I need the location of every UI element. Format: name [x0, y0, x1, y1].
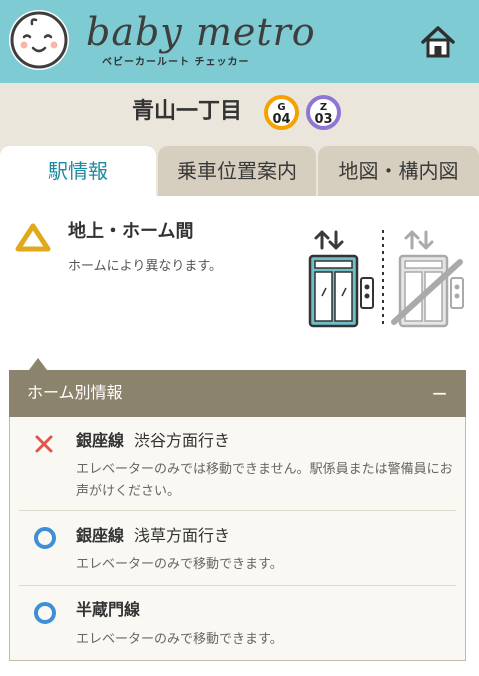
platform-panel-title: ホーム別情報 [27, 383, 123, 402]
badge-station-number: 03 [314, 112, 333, 127]
line-name: 銀座線 [76, 431, 125, 450]
triangle-warning-icon [15, 222, 51, 256]
collapse-button[interactable]: − [431, 380, 448, 406]
platform-heading: 半蔵門線 [76, 598, 150, 622]
line-badge-hanzomon: Z 03 [306, 95, 341, 130]
panel-pointer [29, 358, 47, 370]
platform-description: エレベーターのみで移動できます。 [76, 557, 283, 572]
baby-face-logo-icon[interactable] [9, 10, 69, 70]
direction: 渋谷方面行き [134, 431, 231, 450]
platform-list: 銀座線 渋谷方面行き エレベーターのみでは移動できません。駅係員または警備員にお声… [9, 417, 466, 661]
circle-ok-icon [33, 526, 57, 554]
brand-subtitle: ベビーカールート チェッカー [102, 57, 250, 68]
list-item: 銀座線 浅草方面行き エレベーターのみで移動できます。 [19, 512, 456, 586]
home-icon[interactable] [418, 22, 458, 62]
line-name: 半蔵門線 [76, 600, 141, 619]
platform-heading: 銀座線 渋谷方面行き [76, 429, 230, 453]
access-title: 地上・ホーム間 [68, 221, 194, 242]
station-name: 青山一丁目 [132, 99, 243, 124]
tab-station-info[interactable]: 駅情報 [0, 146, 156, 196]
elevator-illustration-icon [300, 226, 468, 334]
platform-panel-header[interactable]: ホーム別情報 − [9, 370, 466, 417]
line-badge-ginza: G 04 [264, 95, 299, 130]
x-mark-icon [33, 433, 55, 459]
app-header: baby metro ベビーカールート チェッカー [0, 0, 479, 83]
tab-bar: 駅情報 乗車位置案内 地図・構内図 [0, 143, 479, 196]
station-header: 青山一丁目 G 04 Z 03 [0, 83, 479, 143]
list-item: 銀座線 渋谷方面行き エレベーターのみでは移動できません。駅係員または警備員にお声… [19, 417, 456, 511]
platform-heading: 銀座線 浅草方面行き [76, 524, 230, 548]
line-name: 銀座線 [76, 526, 125, 545]
direction: 浅草方面行き [134, 526, 231, 545]
list-item: 半蔵門線 エレベーターのみで移動できます。 [19, 587, 456, 661]
tab-map[interactable]: 地図・構内図 [318, 146, 479, 196]
circle-ok-icon [33, 601, 57, 629]
platform-description: エレベーターのみでは移動できません。駅係員または警備員にお声がけください。 [76, 462, 453, 499]
platform-description: エレベーターのみで移動できます。 [76, 632, 283, 647]
brand-logo-text: baby metro [86, 10, 316, 54]
access-description: ホームにより異なります。 [68, 259, 223, 274]
tab-boarding-position[interactable]: 乗車位置案内 [158, 146, 316, 196]
badge-station-number: 04 [272, 112, 291, 127]
